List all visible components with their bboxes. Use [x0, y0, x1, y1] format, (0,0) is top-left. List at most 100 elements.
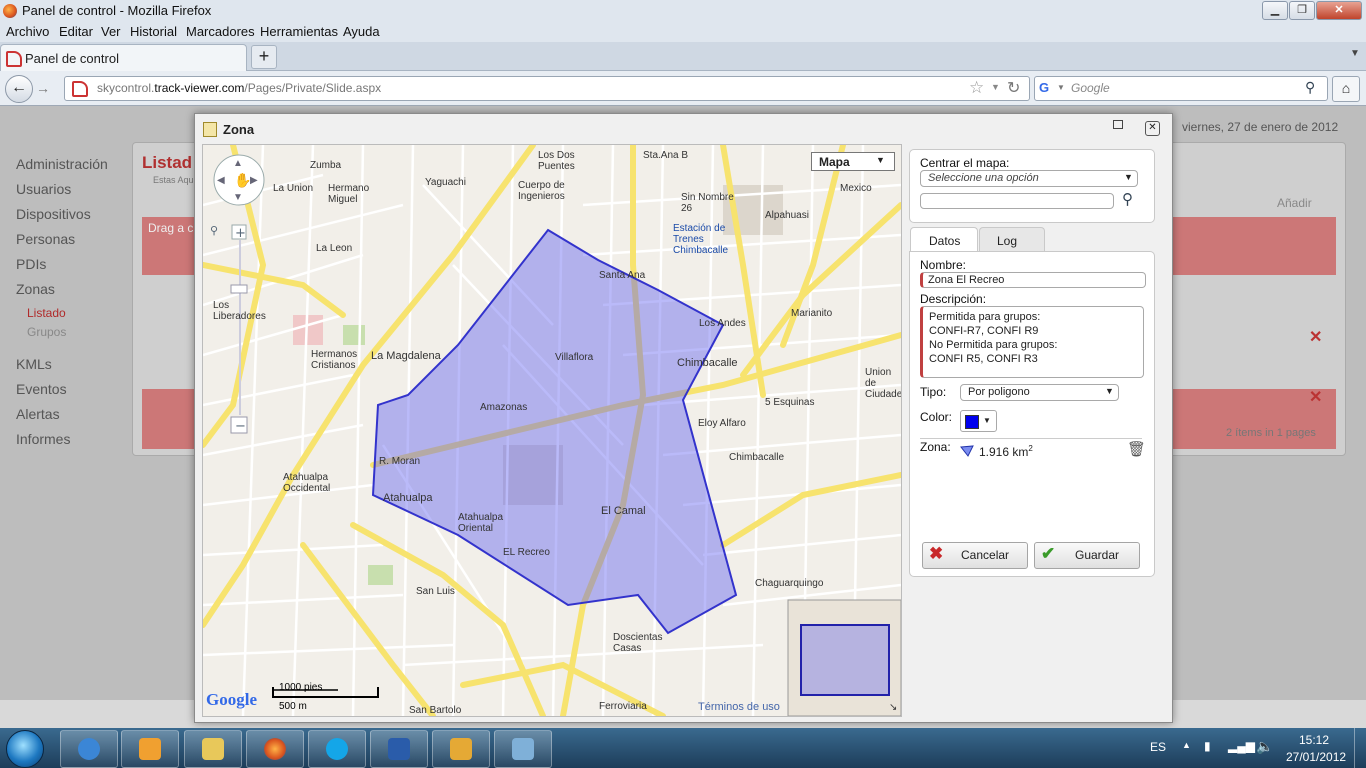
tab-bar: Panel de control + ▼ — [0, 42, 1366, 71]
paint-icon — [512, 738, 534, 760]
menu-historial[interactable]: Historial — [130, 24, 177, 39]
tab-panel-de-control[interactable]: Panel de control — [0, 44, 247, 71]
map-label: Zumba — [310, 160, 342, 171]
menu-herramientas[interactable]: Herramientas — [260, 24, 338, 39]
tipo-select[interactable]: Por poligono ▼ — [960, 384, 1119, 401]
new-tab-button[interactable]: + — [251, 45, 277, 69]
center-map-select[interactable]: Seleccione una opción ▼ — [920, 170, 1138, 187]
polygon-icon — [960, 445, 974, 457]
zoom-slider-handle[interactable] — [231, 285, 247, 293]
menu-editar[interactable]: Editar — [59, 24, 93, 39]
maximize-dialog-icon[interactable] — [1113, 120, 1123, 129]
center-map-search-input[interactable] — [920, 193, 1114, 209]
sidebar-item-listado[interactable]: Listado — [27, 306, 66, 320]
trash-icon[interactable]: 🗑 — [1127, 440, 1146, 458]
show-desktop-button[interactable] — [1354, 728, 1366, 768]
tab-list-icon[interactable]: ▼ — [1350, 48, 1360, 59]
site-identity-icon[interactable] — [72, 81, 88, 97]
delete-icon[interactable]: ✕ — [1309, 387, 1322, 407]
app-icon — [450, 738, 472, 760]
bookmark-star-icon[interactable]: ☆ — [969, 78, 984, 98]
clock-time[interactable]: 15:12 — [1299, 733, 1329, 747]
taskbar-skype-button[interactable] — [308, 730, 366, 768]
taskbar-word-button[interactable] — [370, 730, 428, 768]
zoom-in-button[interactable] — [233, 223, 247, 239]
sidebar-item-zonas[interactable]: Zonas — [16, 281, 55, 297]
menu-ver[interactable]: Ver — [101, 24, 121, 39]
taskbar-media-button[interactable] — [121, 730, 179, 768]
close-window-button[interactable]: ✕ — [1316, 1, 1362, 20]
map-type-select[interactable]: Mapa ▼ — [811, 152, 895, 171]
sidebar-item-grupos[interactable]: Grupos — [27, 325, 66, 339]
folder-icon — [202, 738, 224, 760]
taskbar-app-button[interactable] — [432, 730, 490, 768]
tab-log[interactable]: Log — [979, 227, 1045, 252]
svg-text:✋: ✋ — [234, 172, 251, 189]
clock-date[interactable]: 27/01/2012 — [1286, 750, 1346, 764]
nombre-input[interactable]: Zona El Recreo — [920, 272, 1146, 288]
google-engine-icon[interactable]: G — [1039, 80, 1053, 95]
taskbar-ie-button[interactable] — [60, 730, 118, 768]
taskbar-firefox-button[interactable] — [246, 730, 304, 768]
delete-icon[interactable]: ✕ — [1309, 327, 1322, 347]
minimize-button[interactable]: ▁ — [1262, 1, 1288, 20]
reload-icon[interactable]: ↻ — [1007, 78, 1020, 98]
maximize-button[interactable]: ❐ — [1289, 1, 1315, 20]
taskbar-explorer-button[interactable] — [184, 730, 242, 768]
color-picker[interactable]: ▼ — [960, 410, 997, 432]
volume-icon[interactable]: 🔈 — [1256, 738, 1273, 755]
engine-dropdown-icon[interactable]: ▼ — [1057, 83, 1065, 92]
terms-of-use-link[interactable]: Términos de uso — [698, 701, 780, 713]
zona-area-value: 1.916 km — [979, 445, 1029, 459]
center-map-panel: Centrar el mapa: Seleccione una opción ▼… — [909, 149, 1155, 223]
pan-down-icon[interactable]: ▼ — [233, 192, 243, 203]
google-logo[interactable]: Google — [206, 690, 257, 710]
datos-panel: Nombre: Zona El Recreo Descripción: Perm… — [909, 251, 1155, 577]
map-svg[interactable]: ✋ − + — [203, 145, 901, 716]
show-hidden-icons[interactable]: ▲ — [1182, 740, 1191, 750]
sidebar-item-dispositivos[interactable]: Dispositivos — [16, 206, 91, 222]
menu-archivo[interactable]: Archivo — [6, 24, 49, 39]
home-button[interactable]: ⌂ — [1332, 76, 1360, 102]
pager-info: 2 ítems in 1 pages — [1226, 427, 1316, 439]
forward-button[interactable]: → — [33, 79, 53, 97]
sidebar-item-administracion[interactable]: Administración — [16, 156, 108, 172]
map-canvas[interactable]: ✋ − + Mapa ▼ ▲ ▼ ◀ ▶ ⚲ Zumba Los Dos Pue… — [202, 144, 902, 717]
sidebar-item-kmls[interactable]: KMLs — [16, 356, 52, 372]
url-bar[interactable]: skycontrol.track-viewer.com/Pages/Privat… — [64, 76, 1030, 101]
add-button[interactable]: Añadir — [1277, 196, 1312, 210]
start-button[interactable] — [6, 730, 44, 768]
search-input[interactable]: Google — [1071, 81, 1110, 95]
sidebar-item-personas[interactable]: Personas — [16, 231, 75, 247]
network-icon[interactable]: ▮ — [1204, 739, 1211, 753]
tab-datos[interactable]: Datos — [910, 227, 978, 253]
cancel-button[interactable]: ✖ Cancelar — [922, 542, 1028, 569]
back-button[interactable]: ← — [5, 75, 33, 103]
pan-up-icon[interactable]: ▲ — [233, 158, 243, 169]
language-indicator[interactable]: ES — [1150, 740, 1166, 754]
signal-icon[interactable]: ▂▄▆ — [1228, 739, 1255, 753]
pan-right-icon[interactable]: ▶ — [250, 175, 258, 186]
zoom-out-button[interactable] — [231, 417, 247, 433]
chevron-down-icon: ▼ — [1124, 172, 1133, 182]
page-date: viernes, 27 de enero de 2012 — [1182, 120, 1339, 134]
url-history-dropdown-icon[interactable]: ▼ — [991, 82, 1000, 92]
sidebar-item-usuarios[interactable]: Usuarios — [16, 181, 71, 197]
search-bar[interactable]: G ▼ Google ⚲ — [1034, 76, 1328, 101]
sidebar-item-alertas[interactable]: Alertas — [16, 406, 60, 422]
menu-ayuda[interactable]: Ayuda — [343, 24, 380, 39]
firefox-icon — [264, 738, 286, 760]
search-icon[interactable]: ⚲ — [1122, 190, 1133, 208]
overview-toggle-icon[interactable]: ↘ — [889, 702, 897, 713]
close-dialog-icon[interactable]: ✕ — [1145, 121, 1160, 136]
taskbar-paint-button[interactable] — [494, 730, 552, 768]
pan-left-icon[interactable]: ◀ — [217, 175, 225, 186]
save-button[interactable]: ✔ Guardar — [1034, 542, 1140, 569]
search-icon[interactable]: ⚲ — [1305, 79, 1315, 96]
menu-marcadores[interactable]: Marcadores — [186, 24, 255, 39]
descripcion-textarea[interactable]: Permitida para grupos: CONFI-R7, CONFI R… — [920, 306, 1144, 378]
sidebar-item-informes[interactable]: Informes — [16, 431, 70, 447]
sidebar-item-pdis[interactable]: PDIs — [16, 256, 46, 272]
zoom-box-icon[interactable]: ⚲ — [210, 224, 224, 238]
sidebar-item-eventos[interactable]: Eventos — [16, 381, 67, 397]
